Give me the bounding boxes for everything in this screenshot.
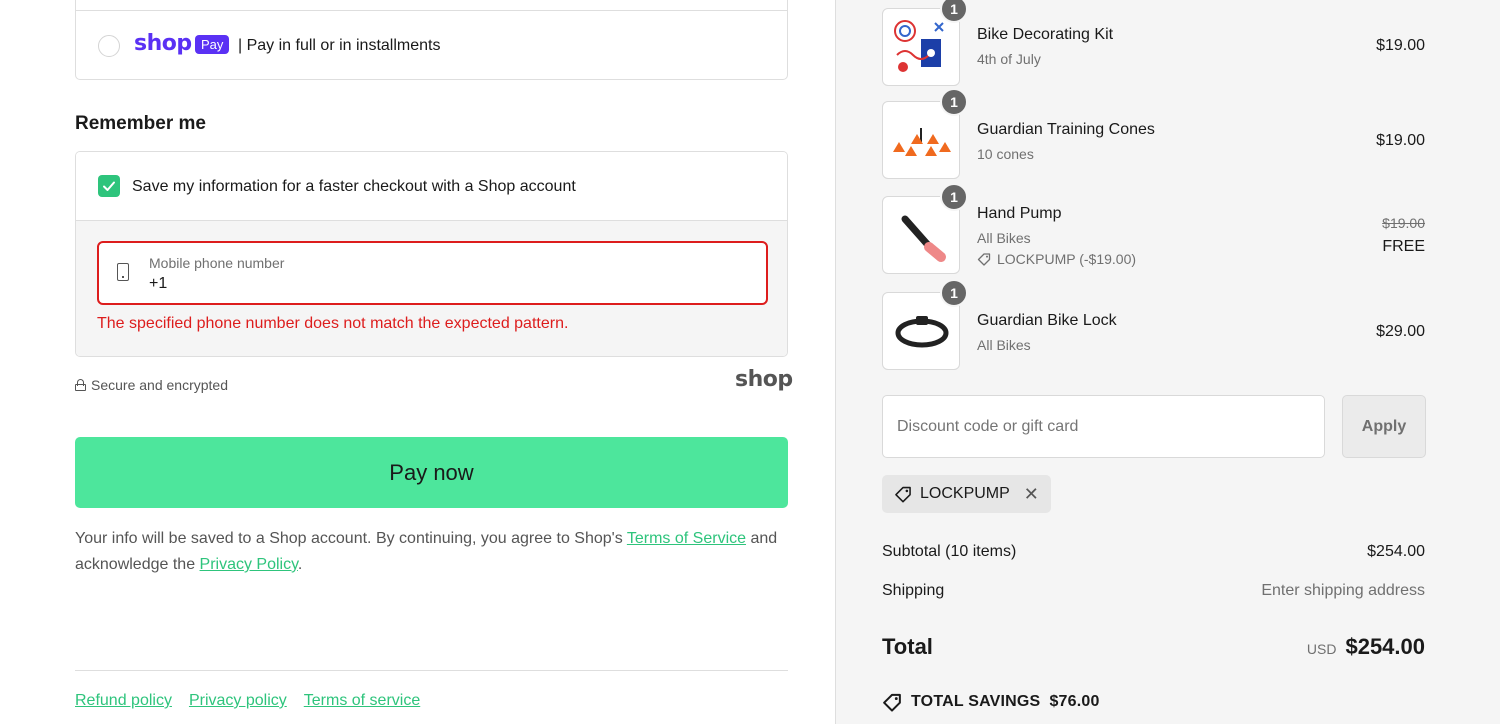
apply-discount-button[interactable]: Apply (1342, 395, 1426, 458)
item-name: Guardian Training Cones (977, 121, 1155, 138)
item-name: Hand Pump (977, 205, 1062, 222)
shop-pay-option[interactable]: shop Pay | Pay in full or in installment… (75, 0, 788, 80)
remember-me-heading: Remember me (75, 113, 206, 134)
total-label: Total (882, 634, 933, 659)
save-info-label: Save my information for a faster checkou… (132, 178, 576, 195)
quantity-badge: 1 (940, 0, 968, 23)
order-summary: 1 Bike Decorating Kit 4th of July $19.00… (835, 0, 1500, 724)
mobile-phone-label: Mobile phone number (149, 255, 285, 271)
line-item: 1 Hand Pump All Bikes LOCKPUMP (-$19.00)… (882, 183, 1425, 274)
shop-pay-description: | Pay in full or in installments (238, 37, 441, 54)
legal-text-post: . (297, 556, 303, 573)
mobile-phone-input[interactable]: +1 (149, 275, 167, 293)
total-currency: USD (1306, 641, 1337, 657)
savings-tag-icon (883, 693, 901, 712)
subtotal-row: Subtotal (10 items) $254.00 (882, 543, 1425, 561)
total-savings-label: TOTAL SAVINGS (911, 693, 1041, 710)
quantity-badge: 1 (940, 279, 968, 307)
item-variant: All Bikes (977, 337, 1031, 353)
phone-error-message: The specified phone number does not matc… (97, 315, 569, 332)
privacy-policy-link[interactable]: Privacy Policy (200, 556, 298, 573)
save-info-checkbox[interactable] (98, 175, 120, 197)
applied-discount-code: LOCKPUMP (920, 485, 1010, 502)
footer-links: Refund policy Privacy policy Terms of se… (75, 692, 420, 710)
total-amount: $254.00 (1345, 634, 1425, 659)
line-item: 1 Guardian Training Cones 10 cones $19.0… (882, 88, 1425, 179)
quantity-badge: 1 (940, 183, 968, 211)
footer-privacy-policy-link[interactable]: Privacy policy (189, 692, 287, 710)
tag-icon (895, 486, 911, 503)
applied-discount-chip: LOCKPUMP ✕ (882, 475, 1051, 513)
item-discount: LOCKPUMP (-$19.00) (977, 251, 1136, 267)
pay-now-button[interactable]: Pay now (75, 437, 788, 508)
item-price: FREE (1382, 238, 1425, 255)
lock-icon (75, 379, 86, 391)
item-name: Bike Decorating Kit (977, 26, 1114, 43)
secure-notice: Secure and encrypted (75, 377, 228, 393)
item-name: Guardian Bike Lock (977, 312, 1117, 329)
shop-logo: shop (134, 31, 192, 56)
legal-text-pre: Your info will be saved to a Shop accoun… (75, 530, 627, 547)
shop-pay-badge: Pay (195, 35, 230, 54)
shipping-label: Shipping (882, 582, 945, 599)
total-savings-value: $76.00 (1049, 693, 1100, 710)
terms-of-service-link[interactable]: Terms of Service (627, 530, 746, 547)
mobile-phone-icon (117, 263, 129, 281)
total-savings: TOTAL SAVINGS $76.00 (882, 692, 1100, 712)
item-original-price: $19.00 (1382, 215, 1425, 231)
footer-divider (75, 670, 788, 671)
footer-terms-of-service-link[interactable]: Terms of service (304, 692, 420, 710)
total-value-group: USD $254.00 (1307, 634, 1425, 660)
item-variant: 4th of July (977, 51, 1041, 67)
subtotal-value: $254.00 (1367, 543, 1425, 560)
checkmark-icon (103, 181, 115, 191)
item-variant: 10 cones (977, 146, 1034, 162)
line-item: 1 Bike Decorating Kit 4th of July $19.00 (882, 0, 1425, 86)
secure-text: Secure and encrypted (91, 377, 228, 393)
tag-icon (977, 253, 991, 266)
shop-wordmark-logo: shop (735, 367, 793, 392)
shop-pay-radio[interactable] (98, 35, 120, 57)
mobile-phone-field[interactable]: Mobile phone number +1 (97, 241, 768, 305)
item-discount-code: LOCKPUMP (-$19.00) (997, 251, 1137, 267)
checkout-main: shop Pay | Pay in full or in installment… (0, 0, 835, 724)
item-price: $19.00 (1376, 132, 1425, 149)
save-info-row[interactable]: Save my information for a faster checkou… (76, 152, 787, 221)
item-variant: All Bikes (977, 230, 1031, 246)
shipping-row: Shipping Enter shipping address (882, 582, 1425, 600)
item-price: $29.00 (1376, 323, 1425, 340)
phone-section: Mobile phone number +1 The specified pho… (76, 221, 787, 356)
remove-discount-icon[interactable]: ✕ (1024, 484, 1039, 505)
divider (76, 10, 787, 11)
quantity-badge: 1 (940, 88, 968, 116)
remember-me-section: Save my information for a faster checkou… (75, 151, 788, 357)
refund-policy-link[interactable]: Refund policy (75, 692, 172, 710)
shipping-value: Enter shipping address (1261, 582, 1425, 599)
legal-notice: Your info will be saved to a Shop accoun… (75, 526, 788, 578)
line-item: 1 Guardian Bike Lock All Bikes $29.00 (882, 279, 1425, 370)
subtotal-label: Subtotal (10 items) (882, 543, 1017, 560)
discount-code-input[interactable] (882, 395, 1325, 458)
item-price: $19.00 (1376, 37, 1425, 54)
